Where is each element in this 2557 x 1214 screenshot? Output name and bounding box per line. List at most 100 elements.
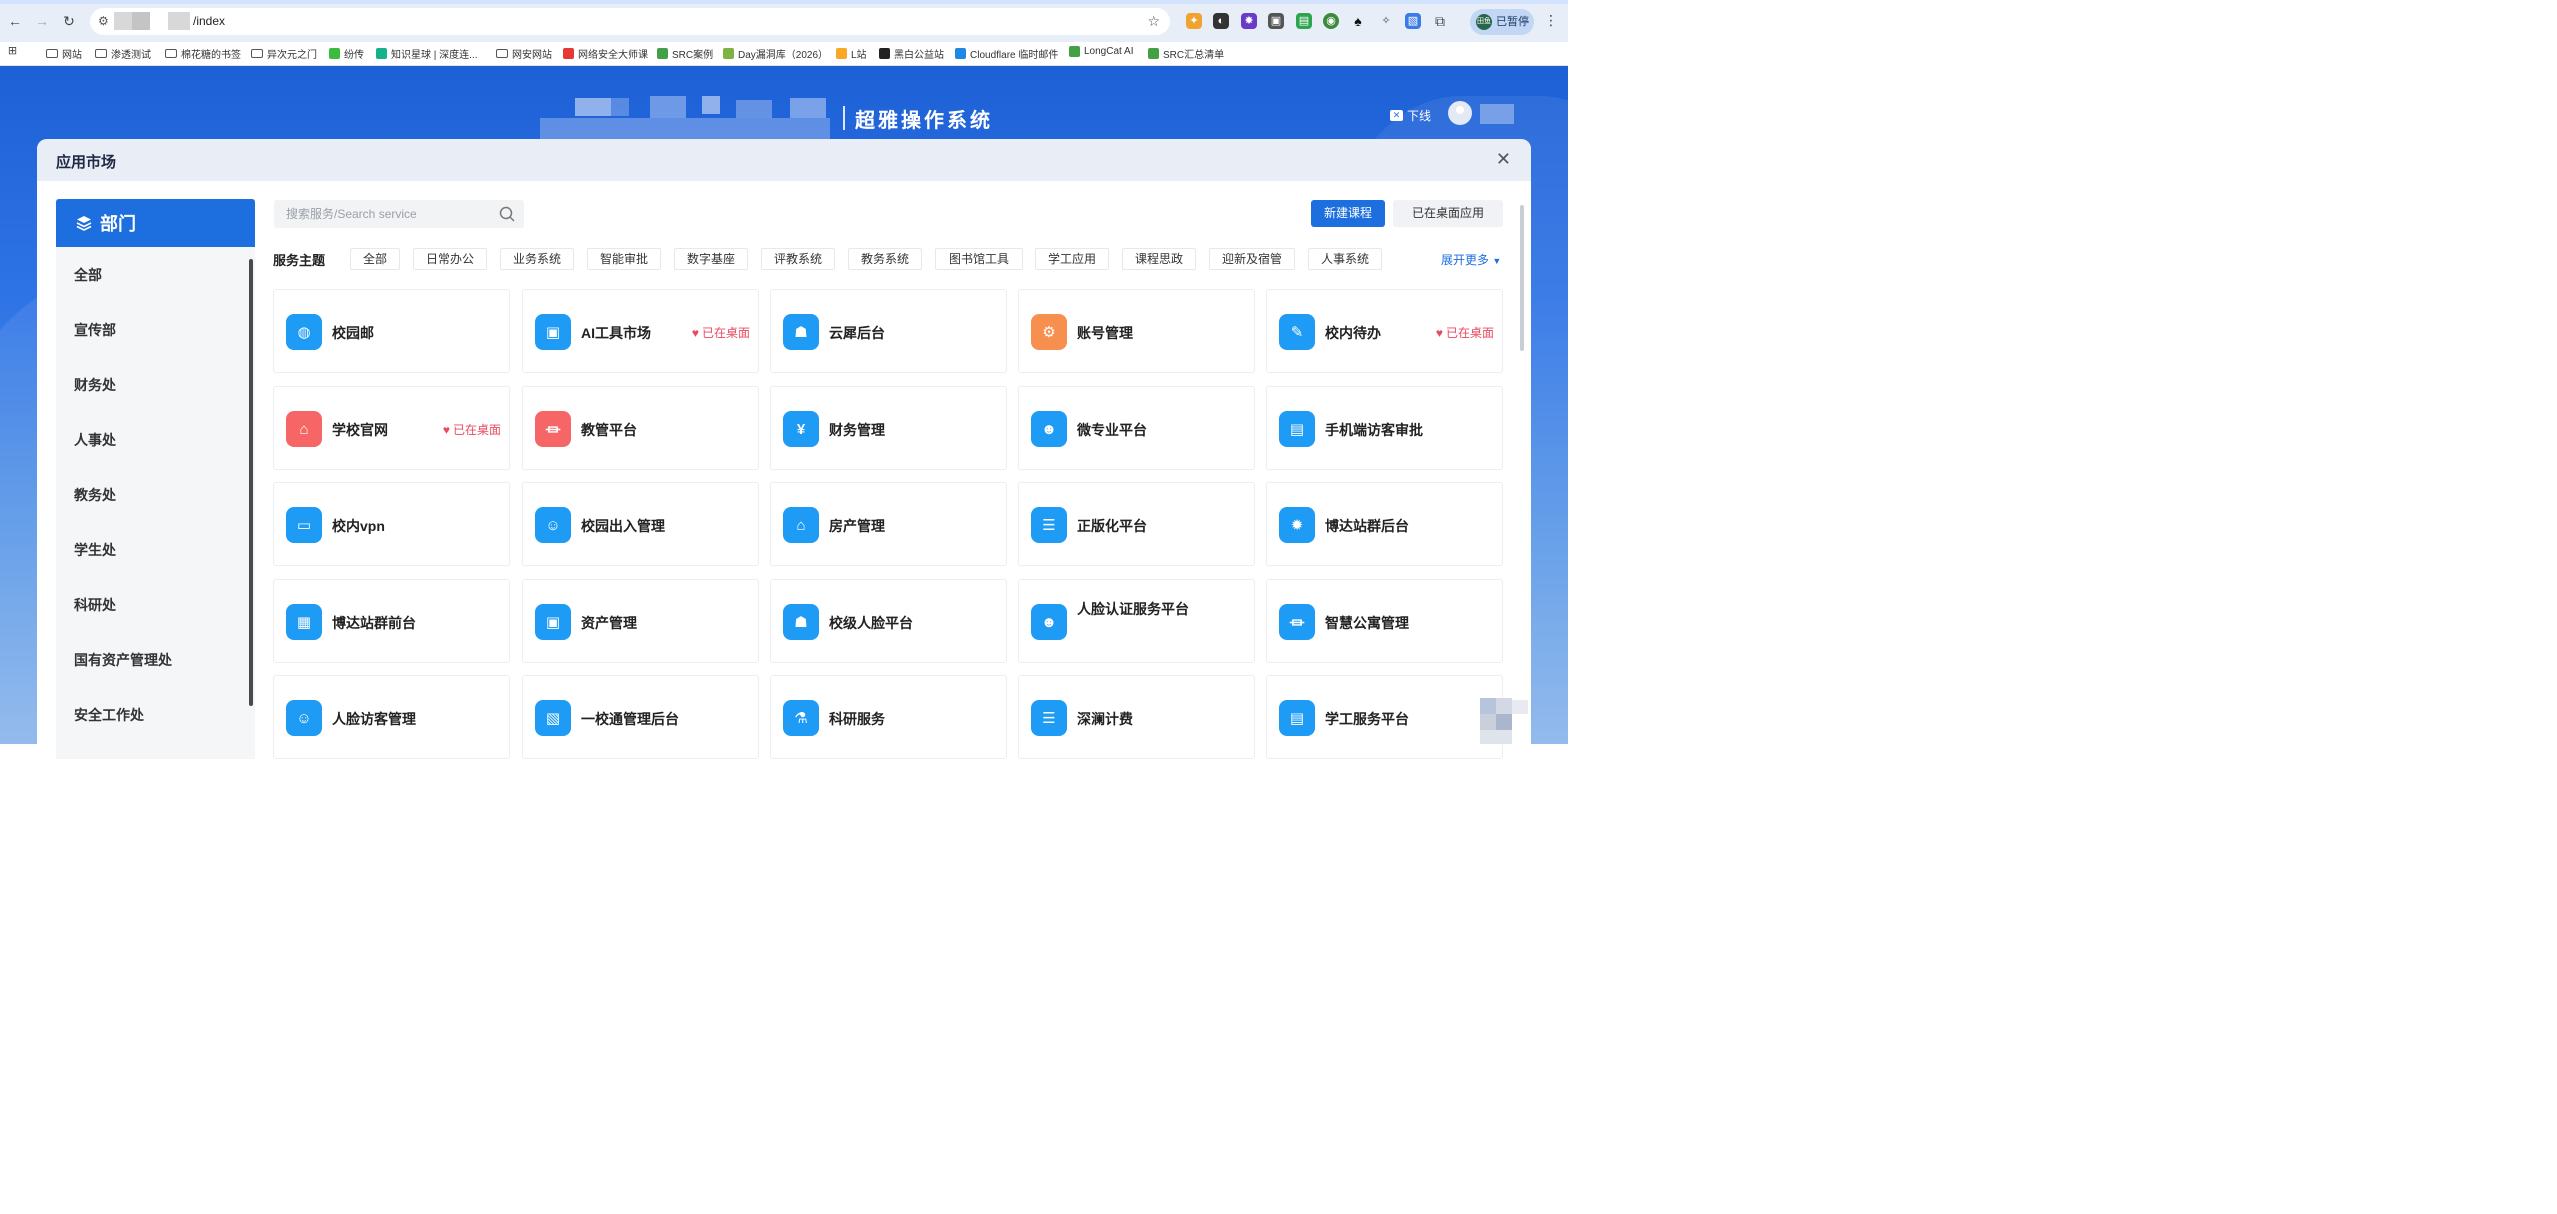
department-item[interactable]: 宣传部 bbox=[56, 302, 255, 357]
app-card[interactable]: ✹ 博达站群后台 bbox=[1266, 482, 1503, 566]
new-course-button[interactable]: 新建课程 bbox=[1311, 200, 1385, 227]
extension-icon[interactable]: ◉ bbox=[1323, 13, 1339, 29]
theme-tag[interactable]: 评教系统 bbox=[761, 248, 835, 270]
user-avatar[interactable] bbox=[1448, 101, 1472, 125]
department-item[interactable]: 教务处 bbox=[56, 467, 255, 522]
app-card[interactable]: ▧ 一校通管理后台 bbox=[522, 675, 759, 759]
app-name: 校内待办 bbox=[1325, 325, 1381, 341]
department-item[interactable]: 人事处 bbox=[56, 412, 255, 467]
extension-icon[interactable]: ✸ bbox=[1241, 13, 1257, 29]
app-card[interactable]: ⏛ 教管平台 bbox=[522, 386, 759, 470]
app-card[interactable]: ▭ 校内vpn bbox=[273, 482, 510, 566]
desktop-apps-button[interactable]: 已在桌面应用 bbox=[1393, 200, 1503, 227]
bookmark-item[interactable]: 网站 bbox=[46, 46, 82, 61]
url-text[interactable]: /index bbox=[193, 14, 225, 28]
app-card[interactable]: ▣ AI工具市场 ♥ 已在桌面 bbox=[522, 289, 759, 373]
extensions-puzzle-icon[interactable]: ⧉ bbox=[1432, 13, 1448, 29]
profile-paused-button[interactable]: 田鱼 已暂停 bbox=[1470, 9, 1534, 35]
bookmark-item[interactable]: 异次元之门 bbox=[251, 46, 317, 61]
app-name: 校园出入管理 bbox=[581, 518, 665, 534]
app-card[interactable]: ⌂ 学校官网 ♥ 已在桌面 bbox=[273, 386, 510, 470]
theme-tag[interactable]: 课程思政 bbox=[1122, 248, 1196, 270]
theme-tag[interactable]: 人事系统 bbox=[1308, 248, 1382, 270]
theme-tag[interactable]: 数字基座 bbox=[674, 248, 748, 270]
content-scrollbar[interactable] bbox=[1520, 205, 1524, 351]
apps-grid-icon[interactable]: ⊞ bbox=[7, 46, 18, 57]
back-icon[interactable]: ← bbox=[6, 12, 24, 30]
app-card[interactable]: ☺ 校园出入管理 bbox=[522, 482, 759, 566]
bookmark-item[interactable]: Cloudflare 临时邮件 bbox=[955, 46, 1058, 61]
reload-icon[interactable]: ↻ bbox=[60, 12, 78, 30]
extension-icon[interactable]: ✦ bbox=[1186, 13, 1202, 29]
extension-icon[interactable]: ▧ bbox=[1405, 13, 1421, 29]
browser-menu-icon[interactable]: ⋮ bbox=[1544, 12, 1558, 29]
app-card[interactable]: ☺ 人脸访客管理 bbox=[273, 675, 510, 759]
on-desktop-badge[interactable]: ♥ 已在桌面 bbox=[1436, 324, 1494, 341]
department-item[interactable]: 国有资产管理处 bbox=[56, 632, 255, 687]
bookmark-star-icon[interactable]: ☆ bbox=[1147, 13, 1160, 30]
department-item[interactable]: 财务处 bbox=[56, 357, 255, 412]
forward-icon[interactable]: → bbox=[33, 12, 51, 30]
theme-tag[interactable]: 日常办公 bbox=[413, 248, 487, 270]
extension-icon[interactable]: ◐ bbox=[1213, 13, 1229, 29]
bookmark-item[interactable]: L站 bbox=[836, 46, 867, 61]
app-card[interactable]: ☗ 校级人脸平台 bbox=[770, 579, 1007, 663]
app-card[interactable]: ☻ 微专业平台 bbox=[1018, 386, 1255, 470]
close-icon[interactable]: ✕ bbox=[1496, 149, 1511, 169]
department-item[interactable]: 安全工作处 bbox=[56, 687, 255, 742]
department-scrollbar[interactable] bbox=[249, 259, 253, 706]
theme-tag[interactable]: 学工应用 bbox=[1035, 248, 1109, 270]
app-card[interactable]: ⚙ 账号管理 bbox=[1018, 289, 1255, 373]
app-name: 云犀后台 bbox=[829, 325, 885, 341]
bookmark-item[interactable]: 知识星球 | 深度连... bbox=[376, 46, 478, 61]
theme-tag[interactable]: 智能审批 bbox=[587, 248, 661, 270]
bookmark-item[interactable]: 棉花糖的书签 bbox=[165, 46, 241, 61]
address-bar[interactable]: ⚙ /index ☆ bbox=[90, 8, 1170, 35]
theme-tag[interactable]: 业务系统 bbox=[500, 248, 574, 270]
bookmark-item[interactable]: 网安网站 bbox=[496, 46, 552, 61]
bookmark-item[interactable]: Day漏洞库（2026） bbox=[723, 46, 828, 61]
theme-tag[interactable]: 全部 bbox=[350, 248, 400, 270]
department-item[interactable]: 全部 bbox=[56, 247, 255, 302]
spade-extension-icon[interactable]: ♠ bbox=[1350, 13, 1366, 29]
app-card[interactable]: ▤ 学工服务平台 bbox=[1266, 675, 1503, 759]
app-card[interactable]: ⌂ 房产管理 bbox=[770, 482, 1007, 566]
extension-icon[interactable]: ▣ bbox=[1268, 13, 1284, 29]
app-card[interactable]: ☰ 深澜计费 bbox=[1018, 675, 1255, 759]
app-card[interactable]: ⚗ 科研服务 bbox=[770, 675, 1007, 759]
app-card[interactable]: ✎ 校内待办 ♥ 已在桌面 bbox=[1266, 289, 1503, 373]
app-card[interactable]: ☻ 人脸认证服务平台 bbox=[1018, 579, 1255, 663]
search-input[interactable] bbox=[274, 200, 492, 228]
bookmark-item[interactable]: 网络安全大师课 bbox=[563, 46, 648, 61]
logout-button[interactable]: ✕ 下线 bbox=[1390, 107, 1431, 124]
bookmark-label: 纷传 bbox=[344, 50, 364, 61]
floating-widget-redacted[interactable] bbox=[1478, 698, 1530, 744]
on-desktop-badge[interactable]: ♥ 已在桌面 bbox=[443, 421, 501, 438]
app-card[interactable]: ¥ 财务管理 bbox=[770, 386, 1007, 470]
department-item[interactable]: 科研处 bbox=[56, 577, 255, 632]
theme-tag[interactable]: 迎新及宿管 bbox=[1209, 248, 1295, 270]
bookmark-item[interactable]: SRC案例 bbox=[657, 46, 713, 61]
extension-icon[interactable]: ▤ bbox=[1296, 13, 1312, 29]
bookmark-item[interactable]: 纷传 bbox=[329, 46, 364, 61]
on-desktop-badge[interactable]: ♥ 已在桌面 bbox=[692, 324, 750, 341]
bookmark-item[interactable]: 渗透测试 bbox=[95, 46, 151, 61]
app-card[interactable]: ▣ 资产管理 bbox=[522, 579, 759, 663]
app-card[interactable]: ◍ 校园邮 bbox=[273, 289, 510, 373]
department-item[interactable]: 学生处 bbox=[56, 522, 255, 577]
app-card[interactable]: ☗ 云犀后台 bbox=[770, 289, 1007, 373]
search-icon[interactable] bbox=[499, 206, 515, 222]
theme-tag[interactable]: 图书馆工具 bbox=[935, 248, 1023, 270]
extension-icon[interactable]: ✧ bbox=[1378, 13, 1394, 29]
bookmark-item[interactable]: SRC汇总清单 bbox=[1148, 46, 1224, 61]
app-card[interactable]: ▦ 博达站群前台 bbox=[273, 579, 510, 663]
site-info-icon[interactable]: ⚙ bbox=[98, 14, 109, 28]
theme-tag[interactable]: 教务系统 bbox=[848, 248, 922, 270]
department-list: 全部 宣传部 财务处 人事处 教务处 学生处 科研处 国有资产管理处 安全工作处 bbox=[56, 247, 255, 742]
bookmark-item[interactable]: LongCat AI bbox=[1069, 46, 1133, 57]
app-card[interactable]: ⏛ 智慧公寓管理 bbox=[1266, 579, 1503, 663]
app-card[interactable]: ☰ 正版化平台 bbox=[1018, 482, 1255, 566]
app-card[interactable]: ▤ 手机端访客审批 bbox=[1266, 386, 1503, 470]
expand-more-button[interactable]: 展开更多 ▼ bbox=[1441, 251, 1501, 268]
bookmark-item[interactable]: 黑白公益站 bbox=[879, 46, 944, 61]
